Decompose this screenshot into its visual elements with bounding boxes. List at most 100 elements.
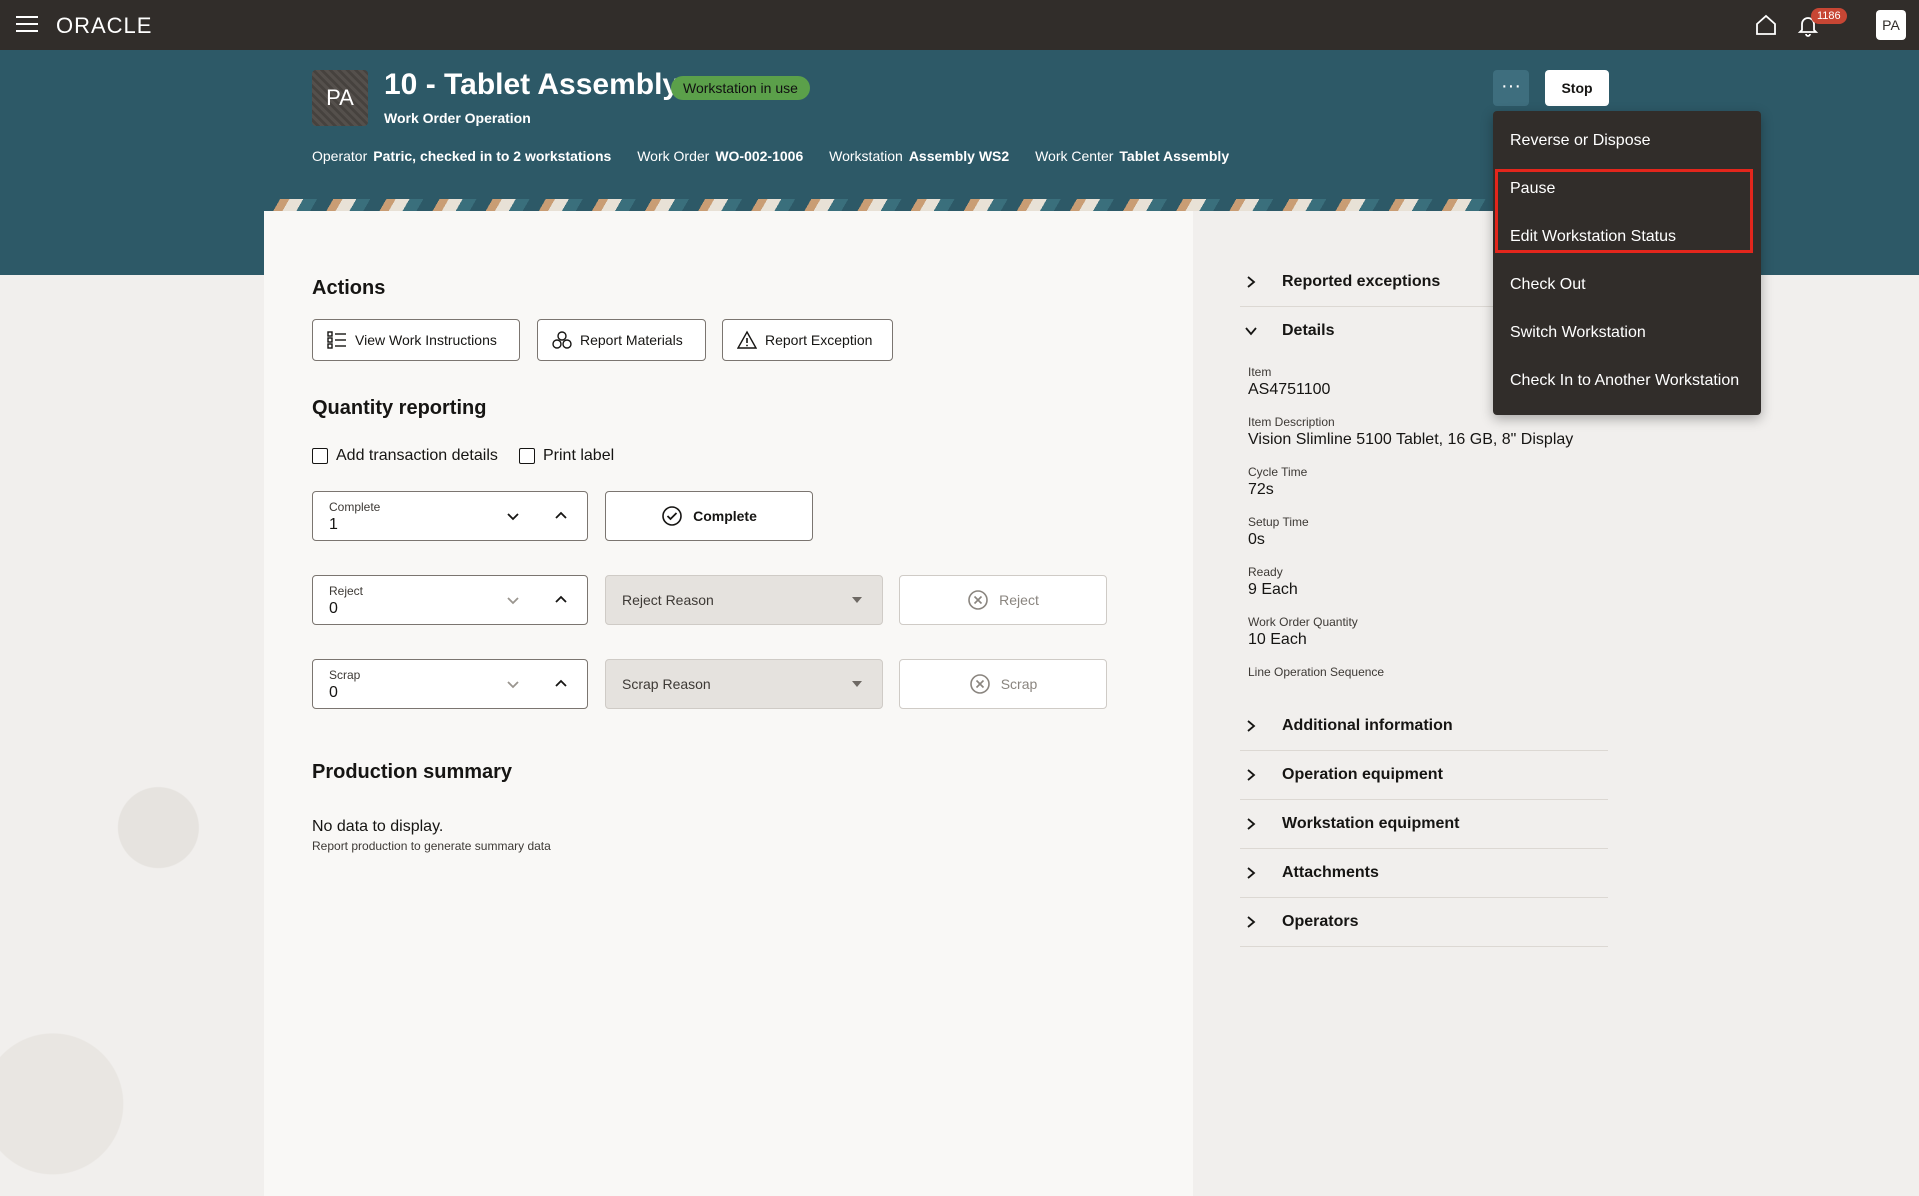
chevron-down-icon[interactable] [505, 592, 521, 608]
checkbox-box[interactable] [519, 448, 535, 464]
scrap-button-label: Scrap [1000, 676, 1038, 692]
reject-quantity-stepper[interactable]: Reject 0 [312, 575, 588, 625]
home-icon[interactable] [1754, 13, 1778, 37]
work-center-value: Tablet Assembly [1119, 148, 1230, 164]
chevron-right-icon [1247, 720, 1256, 732]
reject-quantity-value[interactable]: 0 [329, 600, 338, 618]
close-circle-icon [968, 590, 988, 610]
chevron-up-icon[interactable] [553, 676, 569, 692]
scrap-button[interactable]: Scrap [899, 659, 1107, 709]
chevron-right-icon [1247, 276, 1256, 288]
complete-quantity-label: Complete [329, 500, 381, 514]
menu-item-check-out[interactable]: Check Out [1510, 276, 1586, 294]
operator-value: Patric, checked in to 2 workstations [373, 148, 612, 164]
operators-section[interactable]: Operators [1240, 898, 1608, 947]
scrap-quantity-value[interactable]: 0 [329, 684, 338, 702]
reject-reason-placeholder: Reject Reason [622, 592, 714, 608]
operation-equipment-label: Operation equipment [1282, 766, 1443, 783]
setup-time-value: 0s [1248, 531, 1265, 548]
chevron-down-icon [1245, 327, 1257, 336]
caret-down-icon [852, 681, 862, 687]
line-operation-sequence-label: Line Operation Sequence [1248, 665, 1385, 679]
top-bar: ORACLE 1186 PA [0, 0, 1919, 50]
operation-avatar: PA [312, 70, 368, 126]
workstation-equipment-label: Workstation equipment [1282, 815, 1460, 832]
complete-button[interactable]: Complete [605, 491, 813, 541]
item-description-label: Item Description [1248, 415, 1335, 429]
additional-information-label: Additional information [1282, 717, 1453, 734]
additional-information-section[interactable]: Additional information [1240, 702, 1608, 751]
details-label: Details [1282, 322, 1335, 339]
user-avatar[interactable]: PA [1876, 10, 1906, 40]
list-icon [327, 331, 346, 349]
more-actions-menu: Reverse or Dispose Pause Edit Workstatio… [1493, 111, 1761, 415]
stop-button[interactable]: Stop [1545, 70, 1609, 106]
print-label-label: Print label [543, 447, 615, 464]
page-subtitle: Work Order Operation [384, 110, 531, 126]
attachments-section[interactable]: Attachments [1240, 849, 1608, 898]
item-description-value: Vision Slimline 5100 Tablet, 16 GB, 8" D… [1248, 431, 1574, 448]
complete-quantity-stepper[interactable]: Complete 1 [312, 491, 588, 541]
actions-title: Actions [312, 277, 386, 299]
quantity-reporting-title: Quantity reporting [312, 397, 487, 419]
workstation-equipment-section[interactable]: Workstation equipment [1240, 800, 1608, 849]
report-materials-button[interactable]: Report Materials [537, 319, 706, 361]
chevron-right-icon [1247, 769, 1256, 781]
complete-button-label: Complete [693, 508, 757, 524]
item-label: Item [1248, 365, 1272, 379]
materials-icon [552, 331, 572, 349]
work-order-quantity-label: Work Order Quantity [1248, 615, 1358, 629]
chevron-down-icon[interactable] [505, 676, 521, 692]
reported-exceptions-label: Reported exceptions [1282, 273, 1441, 290]
empty-state-text: No data to display. [312, 818, 444, 835]
chevron-right-icon [1247, 818, 1256, 830]
report-exception-label: Report Exception [765, 332, 873, 348]
menu-item-check-in-another-workstation[interactable]: Check In to Another Workstation [1510, 372, 1739, 390]
workstation-label: Workstation [829, 148, 903, 164]
ready-label: Ready [1248, 565, 1283, 579]
scrap-reason-placeholder: Scrap Reason [622, 676, 711, 692]
chevron-up-icon[interactable] [553, 508, 569, 524]
work-center-label: Work Center [1035, 148, 1114, 164]
add-transaction-details-checkbox[interactable]: Add transaction details [312, 447, 498, 465]
reject-quantity-label: Reject [329, 584, 364, 598]
check-circle-icon [662, 506, 682, 526]
operation-equipment-section[interactable]: Operation equipment [1240, 751, 1608, 800]
chevron-right-icon [1247, 867, 1256, 879]
add-transaction-details-label: Add transaction details [336, 447, 498, 464]
chevron-up-icon[interactable] [553, 592, 569, 608]
report-exception-button[interactable]: Report Exception [722, 319, 893, 361]
attachments-label: Attachments [1282, 864, 1379, 881]
background-decoration [0, 275, 264, 1196]
cycle-time-value: 72s [1248, 481, 1274, 498]
decorative-pattern [264, 199, 1656, 211]
notification-badge: 1186 [1811, 8, 1847, 24]
scrap-quantity-stepper[interactable]: Scrap 0 [312, 659, 588, 709]
report-materials-label: Report Materials [580, 332, 683, 348]
work-order-label: Work Order [637, 148, 710, 164]
complete-quantity-value[interactable]: 1 [329, 516, 338, 534]
chevron-down-icon[interactable] [505, 508, 521, 524]
highlight-box [1495, 169, 1753, 253]
print-label-checkbox[interactable]: Print label [519, 447, 614, 465]
more-actions-button[interactable]: ··· [1493, 70, 1529, 106]
menu-icon[interactable] [16, 15, 38, 33]
reject-reason-select[interactable]: Reject Reason [605, 575, 883, 625]
work-order-value: WO-002-1006 [715, 148, 804, 164]
close-circle-icon [969, 674, 990, 694]
menu-item-switch-workstation[interactable]: Switch Workstation [1510, 324, 1646, 342]
checkbox-box[interactable] [312, 448, 328, 464]
item-value: AS4751100 [1248, 381, 1331, 398]
chevron-right-icon [1247, 916, 1256, 928]
status-badge: Workstation in use [671, 76, 810, 100]
oracle-logo[interactable]: ORACLE [56, 13, 152, 39]
production-summary-title: Production summary [312, 761, 513, 783]
scrap-reason-select[interactable]: Scrap Reason [605, 659, 883, 709]
operation-meta: Operator Patric, checked in to 2 workstat… [312, 148, 1251, 164]
reject-button[interactable]: Reject [899, 575, 1107, 625]
cycle-time-label: Cycle Time [1248, 465, 1308, 479]
view-work-instructions-button[interactable]: View Work Instructions [312, 319, 520, 361]
menu-item-reverse-or-dispose[interactable]: Reverse or Dispose [1510, 132, 1651, 150]
scrap-quantity-label: Scrap [329, 668, 361, 682]
caret-down-icon [852, 597, 862, 603]
